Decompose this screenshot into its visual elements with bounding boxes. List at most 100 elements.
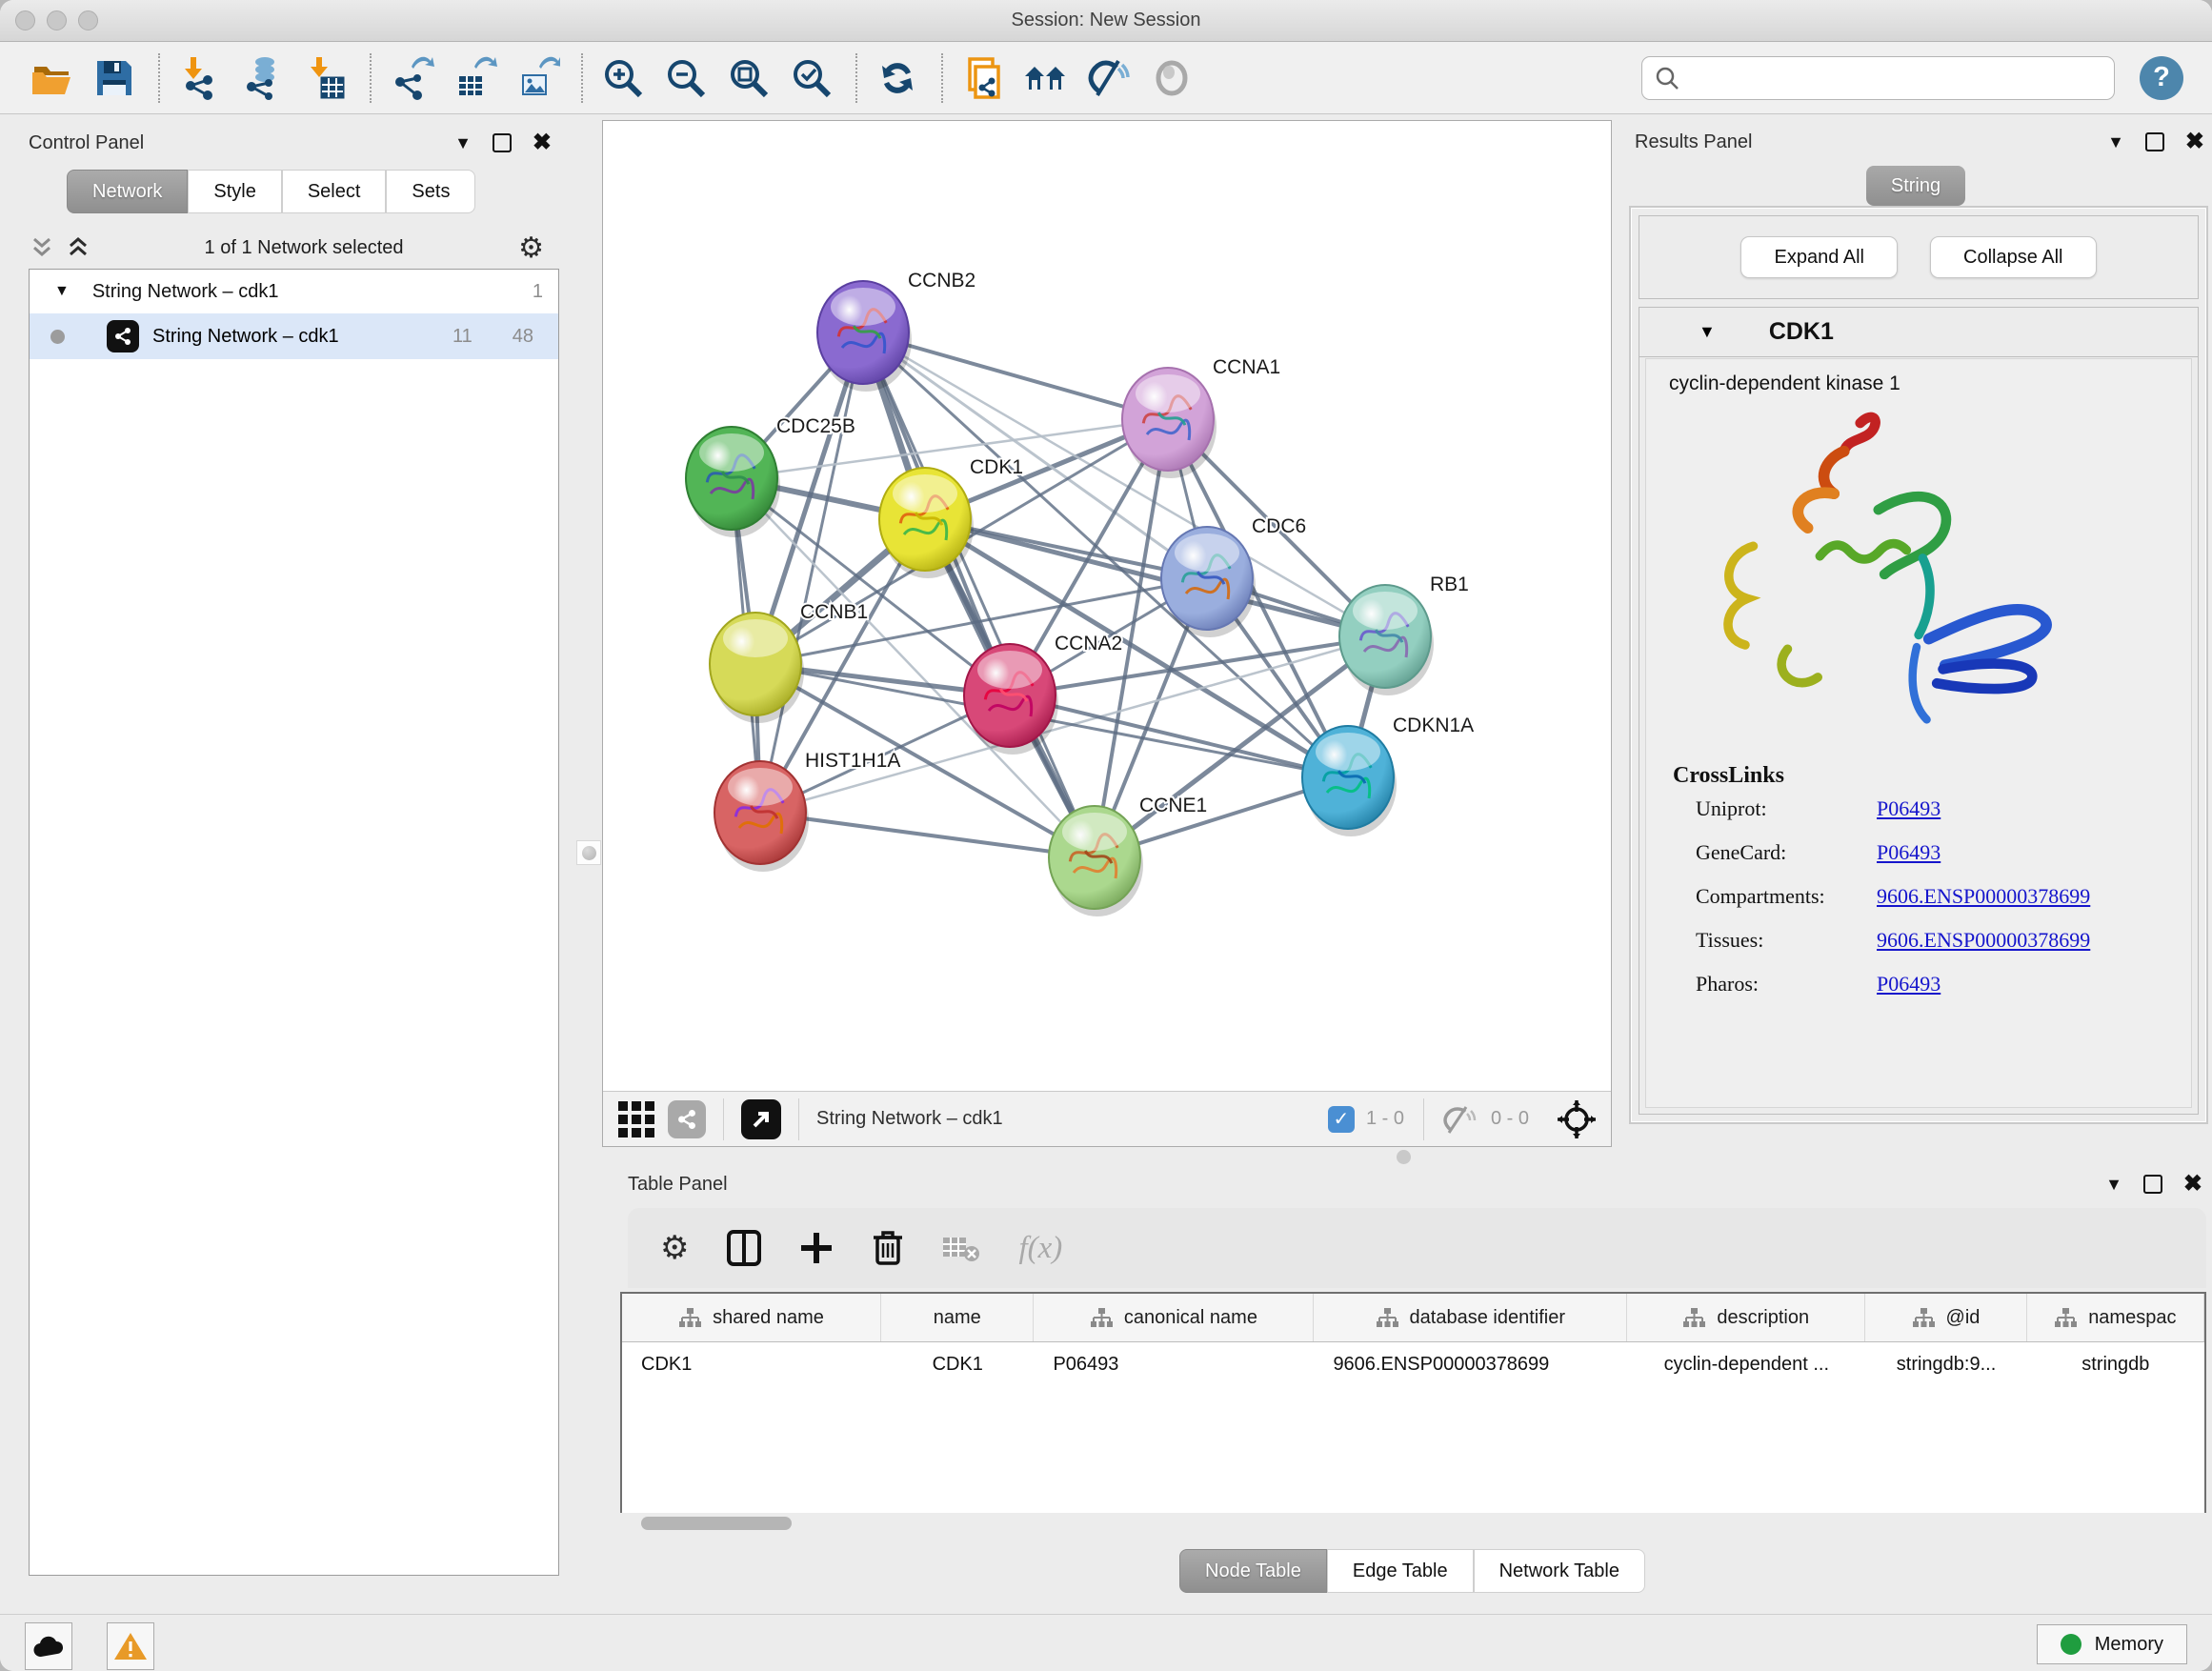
network-node-rb1[interactable] <box>1339 585 1434 695</box>
tab-edge-table[interactable]: Edge Table <box>1327 1549 1474 1593</box>
network-graph[interactable]: CCNB2CCNA1CDC25BCDK1CDC6RB1CCNB1CCNA2CDK… <box>603 121 1611 1091</box>
show-columns-icon[interactable] <box>727 1230 761 1266</box>
pan-crosshair-icon[interactable] <box>1556 1098 1598 1140</box>
crosslink-link[interactable]: P06493 <box>1877 840 1941 865</box>
collapse-all-icon[interactable] <box>30 235 53 260</box>
table-cell[interactable]: CDK1 <box>881 1342 1034 1386</box>
tab-sets[interactable]: Sets <box>386 170 475 213</box>
help-button[interactable]: ? <box>2140 56 2183 100</box>
gene-section-header[interactable]: ▼ CDK1 <box>1639 308 2198 357</box>
memory-button[interactable]: Memory <box>2037 1624 2187 1664</box>
network-options-gear-icon[interactable]: ⚙ <box>518 232 544 265</box>
table-cell[interactable]: CDK1 <box>622 1342 881 1386</box>
network-node-ccnb2[interactable] <box>817 281 912 392</box>
table-row[interactable]: CDK1CDK1P064939606.ENSP00000378699cyclin… <box>622 1342 2204 1386</box>
apply-layout-icon[interactable] <box>873 53 922 103</box>
float-panel-icon[interactable] <box>2143 1175 2162 1194</box>
warnings-button[interactable] <box>107 1622 154 1670</box>
node-table[interactable]: shared namenamecanonical namedatabase id… <box>620 1292 2206 1513</box>
hidden-eye-icon[interactable] <box>1443 1105 1479 1134</box>
close-panel-icon[interactable]: ✖ <box>533 133 552 152</box>
network-node-ccnb1[interactable] <box>710 613 804 723</box>
new-network-from-selection-icon[interactable] <box>958 53 1008 103</box>
panel-menu-icon[interactable]: ▼ <box>2105 1175 2122 1195</box>
open-session-icon[interactable] <box>27 53 76 103</box>
close-window-button[interactable] <box>15 10 35 30</box>
import-network-database-icon[interactable] <box>238 53 288 103</box>
table-cell[interactable]: stringdb <box>2027 1342 2204 1386</box>
table-cell[interactable]: stringdb:9... <box>1865 1342 2026 1386</box>
minimize-window-button[interactable] <box>47 10 67 30</box>
export-image-icon[interactable] <box>513 53 562 103</box>
column-header[interactable]: @id <box>1865 1294 2026 1341</box>
column-header[interactable]: namespac <box>2027 1294 2204 1341</box>
table-hscrollbar[interactable] <box>620 1513 2206 1534</box>
network-node-cdk1[interactable] <box>879 468 974 578</box>
search-input[interactable] <box>1680 68 2061 89</box>
export-table-icon[interactable] <box>450 53 499 103</box>
network-node-ccna1[interactable] <box>1122 368 1217 478</box>
birdseye-view-icon[interactable] <box>741 1099 781 1139</box>
expand-all-button[interactable]: Expand All <box>1740 236 1898 278</box>
table-cell[interactable]: P06493 <box>1034 1342 1314 1386</box>
left-splitter-handle[interactable] <box>576 840 601 865</box>
export-network-icon[interactable] <box>387 53 436 103</box>
network-row-selected[interactable]: String Network – cdk1 11 48 <box>30 313 558 359</box>
crosslink-link[interactable]: 9606.ENSP00000378699 <box>1877 928 2090 953</box>
tab-network[interactable]: Network <box>67 170 188 213</box>
network-canvas[interactable]: CCNB2CCNA1CDC25BCDK1CDC6RB1CCNB1CCNA2CDK… <box>603 121 1611 1091</box>
import-network-file-icon[interactable] <box>175 53 225 103</box>
column-header[interactable]: canonical name <box>1034 1294 1314 1341</box>
network-node-ccne1[interactable] <box>1049 806 1143 916</box>
column-header[interactable]: description <box>1627 1294 1865 1341</box>
collection-expand-icon[interactable]: ▼ <box>54 283 70 300</box>
tab-select[interactable]: Select <box>282 170 387 213</box>
close-panel-icon[interactable]: ✖ <box>2185 132 2204 151</box>
hide-selected-icon[interactable] <box>1084 53 1134 103</box>
expand-all-icon[interactable] <box>67 235 90 260</box>
scrollbar-thumb[interactable] <box>641 1517 792 1530</box>
network-node-cdc25b[interactable] <box>686 427 780 537</box>
save-session-icon[interactable] <box>90 53 139 103</box>
table-cell[interactable]: 9606.ENSP00000378699 <box>1314 1342 1627 1386</box>
search-box[interactable] <box>1641 56 2115 100</box>
cloud-status-button[interactable] <box>25 1622 72 1670</box>
table-options-gear-icon[interactable]: ⚙ <box>660 1229 689 1267</box>
zoom-selected-icon[interactable] <box>787 53 836 103</box>
network-node-cdkn1a[interactable] <box>1302 726 1397 836</box>
gene-collapse-icon[interactable]: ▼ <box>1699 322 1716 342</box>
network-collection-row[interactable]: ▼ String Network – cdk1 1 <box>30 270 558 313</box>
network-node-ccna2[interactable] <box>964 644 1058 755</box>
add-column-icon[interactable] <box>799 1231 834 1265</box>
column-header[interactable]: database identifier <box>1314 1294 1627 1341</box>
delete-column-icon[interactable] <box>872 1230 904 1266</box>
tab-string[interactable]: String <box>1866 166 1965 206</box>
collapse-all-button[interactable]: Collapse All <box>1930 236 2097 278</box>
network-node-hist1h1a[interactable] <box>714 761 809 872</box>
column-header[interactable]: shared name <box>622 1294 881 1341</box>
table-cell[interactable]: cyclin-dependent ... <box>1627 1342 1865 1386</box>
zoom-in-icon[interactable] <box>598 53 648 103</box>
tab-style[interactable]: Style <box>188 170 281 213</box>
zoom-fit-icon[interactable] <box>724 53 774 103</box>
network-share-icon[interactable] <box>668 1100 706 1138</box>
column-header[interactable]: name <box>881 1294 1034 1341</box>
tab-network-table[interactable]: Network Table <box>1474 1549 1645 1593</box>
close-panel-icon[interactable]: ✖ <box>2183 1175 2202 1194</box>
zoom-out-icon[interactable] <box>661 53 711 103</box>
panel-menu-icon[interactable]: ▼ <box>454 133 472 153</box>
panel-menu-icon[interactable]: ▼ <box>2107 132 2124 152</box>
network-view[interactable]: CCNB2CCNA1CDC25BCDK1CDC6RB1CCNB1CCNA2CDK… <box>602 120 1612 1147</box>
crosslink-link[interactable]: P06493 <box>1877 796 1941 821</box>
tab-node-table[interactable]: Node Table <box>1179 1549 1327 1593</box>
float-panel-icon[interactable] <box>493 133 512 152</box>
bottom-splitter-handle[interactable] <box>1397 1150 1411 1164</box>
grid-view-icon[interactable] <box>616 1099 656 1139</box>
selected-checkbox-icon[interactable]: ✓ <box>1328 1106 1355 1133</box>
zoom-window-button[interactable] <box>78 10 98 30</box>
crosslink-link[interactable]: P06493 <box>1877 972 1941 997</box>
first-neighbors-icon[interactable] <box>1021 53 1071 103</box>
crosslink-link[interactable]: 9606.ENSP00000378699 <box>1877 884 2090 909</box>
import-table-file-icon[interactable] <box>301 53 351 103</box>
float-panel-icon[interactable] <box>2145 132 2164 151</box>
